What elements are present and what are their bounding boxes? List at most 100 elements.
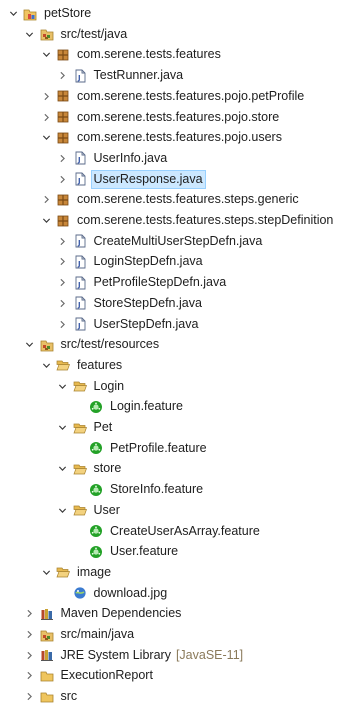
tree-item[interactable]: Login.feature <box>0 396 351 417</box>
tree-item[interactable]: com.serene.tests.features.pojo.petProfil… <box>0 86 351 107</box>
package-icon <box>56 193 70 207</box>
chevron-right-icon[interactable] <box>25 649 35 661</box>
tree-item[interactable]: store <box>0 458 351 479</box>
chevron-down-icon[interactable] <box>25 339 35 351</box>
tree-item[interactable]: J LoginStepDefn.java <box>0 251 351 272</box>
chevron-down-icon[interactable] <box>41 215 51 227</box>
chevron-down-icon[interactable] <box>58 380 68 392</box>
tree-item[interactable]: com.serene.tests.features <box>0 44 351 65</box>
chevron-right-icon[interactable] <box>58 277 68 289</box>
tree-item[interactable]: User <box>0 500 351 521</box>
tree-item[interactable]: Pet <box>0 417 351 438</box>
tree-item-label: User <box>93 502 120 517</box>
chevron-right-icon[interactable] <box>58 235 68 247</box>
tree-item[interactable]: download.jpg <box>0 583 351 604</box>
tree-item-label: UserResponse.java <box>90 169 206 189</box>
tree-item[interactable]: StoreInfo.feature <box>0 479 351 500</box>
tree-item[interactable]: J UserResponse.java <box>0 169 351 190</box>
chevron-down-icon[interactable] <box>8 8 18 20</box>
svg-text:J: J <box>77 260 81 268</box>
chevron-down-icon[interactable] <box>41 566 51 578</box>
chevron-right-icon[interactable] <box>58 318 68 330</box>
tree-item[interactable]: features <box>0 355 351 376</box>
chevron-right-icon[interactable] <box>25 629 35 641</box>
tree-item[interactable]: com.serene.tests.features.pojo.users <box>0 127 351 148</box>
cucumber-feature-icon <box>89 400 103 414</box>
java-file-icon: J <box>73 69 87 83</box>
tree-item[interactable]: J PetProfileStepDefn.java <box>0 272 351 293</box>
tree-item[interactable]: J CreateMultiUserStepDefn.java <box>0 231 351 252</box>
project-icon <box>23 7 37 21</box>
chevron-down-icon[interactable] <box>58 422 68 434</box>
chevron-down-icon[interactable] <box>41 132 51 144</box>
tree-item[interactable]: image <box>0 562 351 583</box>
svg-text:J: J <box>77 74 81 82</box>
package-icon <box>56 214 70 228</box>
svg-text:J: J <box>77 322 81 330</box>
tree-item[interactable]: JRE System Library [JavaSE-11] <box>0 645 351 666</box>
tree-item[interactable]: src/test/java <box>0 24 351 45</box>
svg-text:J: J <box>77 156 81 164</box>
package-icon <box>56 110 70 124</box>
tree-item[interactable]: Login <box>0 376 351 397</box>
tree-item[interactable]: com.serene.tests.features.steps.generic <box>0 189 351 210</box>
svg-text:J: J <box>77 239 81 247</box>
tree-item-label: TestRunner.java <box>93 68 184 83</box>
tree-item[interactable]: petStore <box>0 3 351 24</box>
tree-item-decoration: [JavaSE-11] <box>175 648 244 663</box>
tree-item[interactable]: J TestRunner.java <box>0 65 351 86</box>
image-file-icon <box>73 586 87 600</box>
chevron-down-icon[interactable] <box>25 28 35 40</box>
tree-item[interactable]: User.feature <box>0 541 351 562</box>
tree-item[interactable]: src <box>0 686 351 707</box>
tree-item[interactable]: com.serene.tests.features.pojo.store <box>0 107 351 128</box>
open-folder-icon <box>73 503 87 517</box>
java-file-icon: J <box>73 151 87 165</box>
tree-item-label: src/main/java <box>60 627 135 641</box>
chevron-right-icon[interactable] <box>58 256 68 268</box>
closed-folder-icon <box>40 669 54 683</box>
tree-item[interactable]: src/test/resources <box>0 334 351 355</box>
chevron-right-icon[interactable] <box>25 608 35 620</box>
tree-item-label: src/test/java <box>60 26 128 41</box>
cucumber-feature-icon <box>89 545 103 559</box>
chevron-right-icon[interactable] <box>58 70 68 82</box>
chevron-right-icon[interactable] <box>25 670 35 682</box>
chevron-right-icon[interactable] <box>25 691 35 703</box>
chevron-down-icon[interactable] <box>58 463 68 475</box>
tree-item[interactable]: PetProfile.feature <box>0 438 351 459</box>
library-icon <box>40 607 54 621</box>
chevron-right-icon[interactable] <box>41 194 51 206</box>
java-file-icon: J <box>73 296 87 310</box>
java-file-icon: J <box>73 172 87 186</box>
tree-item[interactable]: com.serene.tests.features.steps.stepDefi… <box>0 210 351 231</box>
tree-item-label: src/test/resources <box>60 337 160 352</box>
tree-item[interactable]: J StoreStepDefn.java <box>0 293 351 314</box>
chevron-right-icon[interactable] <box>58 173 68 185</box>
chevron-down-icon[interactable] <box>41 359 51 371</box>
open-folder-icon <box>56 358 70 372</box>
tree-item-label: petStore <box>44 6 92 20</box>
source-folder-icon <box>40 628 54 642</box>
chevron-right-icon[interactable] <box>58 297 68 309</box>
java-file-icon: J <box>73 255 87 269</box>
java-file-icon: J <box>73 317 87 331</box>
tree-item[interactable]: J UserStepDefn.java <box>0 314 351 335</box>
tree-item[interactable]: J UserInfo.java <box>0 148 351 169</box>
cucumber-feature-icon <box>89 524 103 538</box>
chevron-right-icon[interactable] <box>41 90 51 102</box>
tree-item[interactable]: src/main/java <box>0 624 351 645</box>
tree-item[interactable]: ExecutionReport <box>0 665 351 686</box>
tree-item[interactable]: Maven Dependencies <box>0 603 351 624</box>
tree-item-label: JRE System Library <box>60 647 171 662</box>
tree-item-label: download.jpg <box>93 585 168 600</box>
tree-item[interactable]: CreateUserAsArray.feature <box>0 521 351 542</box>
chevron-down-icon[interactable] <box>41 49 51 61</box>
chevron-down-icon[interactable] <box>58 504 68 516</box>
chevron-right-icon[interactable] <box>58 152 68 164</box>
chevron-right-icon[interactable] <box>41 111 51 123</box>
tree-item-label: com.serene.tests.features.pojo.petProfil… <box>77 88 305 103</box>
